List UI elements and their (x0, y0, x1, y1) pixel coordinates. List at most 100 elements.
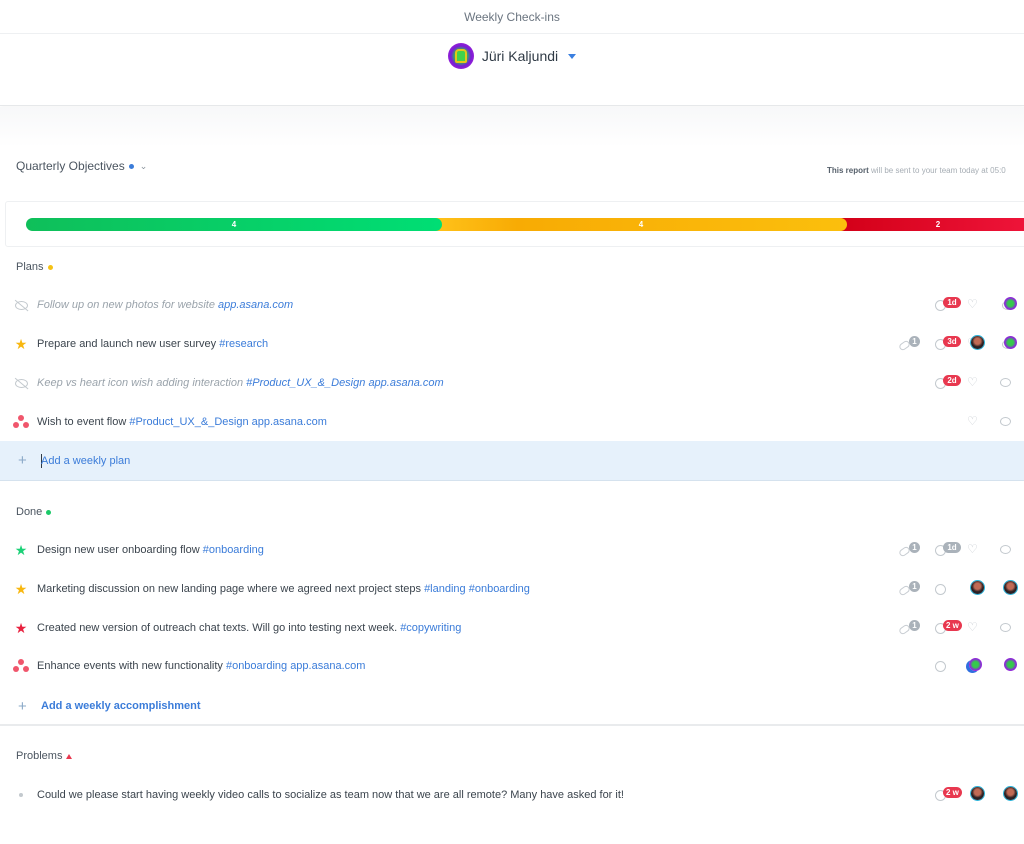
link[interactable]: app.asana.com (290, 660, 365, 672)
objectives-progress-bar: 4 4 2 (26, 218, 1024, 231)
user-name: Jüri Kaljundi (481, 48, 559, 64)
comment-icon[interactable] (1000, 417, 1011, 426)
done-item[interactable]: Enhance events with new functionality #o… (0, 647, 1024, 685)
due-badge: 1d (943, 297, 961, 308)
problem-item[interactable]: Could we please start having weekly vide… (0, 776, 1024, 814)
asana-icon (12, 657, 30, 675)
problems-section-title: Problems (16, 750, 73, 762)
done-item-text[interactable]: Created new version of outreach chat tex… (37, 622, 461, 634)
liker-avatar[interactable] (969, 658, 982, 671)
done-item-text[interactable]: Marketing discussion on new landing page… (37, 583, 530, 595)
clock-icon[interactable] (935, 584, 946, 595)
link-count-badge: 1 (909, 581, 920, 592)
done-section-title: Done (16, 506, 52, 518)
tag-link[interactable]: #onboarding (203, 544, 264, 556)
plans-dot (47, 264, 53, 270)
heart-icon[interactable]: ♡ (967, 375, 978, 389)
objectives-header[interactable]: Quarterly Objectives ⌄ (16, 159, 147, 173)
objectives-dot (128, 163, 134, 169)
progress-segment-at-risk[interactable]: 4 (435, 218, 847, 231)
tag-link[interactable]: #research (219, 338, 268, 350)
objectives-title: Quarterly Objectives (16, 159, 125, 173)
plan-item[interactable]: Keep vs heart icon wish adding interacti… (0, 364, 1024, 402)
liker-avatar[interactable] (971, 787, 984, 800)
assignee-avatar[interactable] (1004, 336, 1017, 349)
heart-icon[interactable]: ♡ (967, 414, 978, 428)
user-switcher[interactable]: Jüri Kaljundi (447, 43, 577, 69)
plan-item-text[interactable]: Prepare and launch new user survey #rese… (37, 338, 268, 350)
user-header: Jüri Kaljundi (0, 34, 1024, 106)
due-badge: 2 w (943, 620, 962, 631)
plan-item[interactable]: ★ Prepare and launch new user survey #re… (0, 325, 1024, 363)
problems-title: Problems (16, 750, 63, 762)
assignee-avatar[interactable] (1004, 658, 1017, 671)
plan-item-text[interactable]: Wish to event flow #Product_UX_&_Design … (37, 416, 327, 428)
progress-segment-off-track[interactable]: 2 (840, 218, 1024, 231)
plus-icon: + (18, 452, 27, 469)
page-title: Weekly Check-ins (464, 9, 560, 24)
star-icon: ★ (14, 581, 28, 597)
tag-link[interactable]: #Product_UX_&_Design (129, 416, 248, 428)
due-badge: 3d (943, 336, 961, 347)
done-item-text[interactable]: Design new user onboarding flow #onboard… (37, 544, 264, 556)
add-weekly-plan-input[interactable]: Add a weekly plan (41, 455, 130, 467)
link[interactable]: app.asana.com (218, 299, 293, 311)
due-badge: 2d (943, 375, 961, 386)
plans-section-title: Plans (16, 261, 53, 273)
link-count-badge: 1 (909, 542, 920, 553)
done-item[interactable]: ★ Marketing discussion on new landing pa… (0, 570, 1024, 608)
star-icon: ★ (14, 336, 28, 352)
heart-icon[interactable]: ♡ (967, 620, 978, 634)
objectives-progress-card: 4 4 2 (5, 201, 1024, 247)
eye-off-icon (12, 374, 30, 392)
tag-link[interactable]: #copywriting (400, 622, 461, 634)
caret-down-icon (568, 53, 577, 59)
plan-item-text[interactable]: Keep vs heart icon wish adding interacti… (37, 377, 444, 389)
tag-link[interactable]: #landing (424, 583, 466, 595)
done-item[interactable]: ★ Created new version of outreach chat t… (0, 609, 1024, 647)
comment-icon[interactable] (1000, 378, 1011, 387)
due-badge: 1d (943, 542, 961, 553)
top-bar: Weekly Check-ins (0, 0, 1024, 34)
heart-icon[interactable]: ♡ (967, 297, 978, 311)
asana-icon (12, 413, 30, 431)
at-risk-count: 4 (638, 220, 644, 229)
plan-item[interactable]: Wish to event flow #Product_UX_&_Design … (0, 403, 1024, 441)
done-item-text[interactable]: Enhance events with new functionality #o… (37, 660, 365, 672)
liker-avatar[interactable] (971, 581, 984, 594)
plan-item[interactable]: Follow up on new photos for website app.… (0, 286, 1024, 324)
chevron-down-icon[interactable]: ⌄ (140, 161, 148, 172)
on-track-count: 4 (231, 220, 237, 229)
assignee-avatar[interactable] (1004, 297, 1017, 310)
problem-item-text[interactable]: Could we please start having weekly vide… (37, 789, 624, 801)
plus-icon: + (18, 697, 27, 715)
star-icon: ★ (14, 542, 28, 558)
section-divider (0, 724, 1024, 726)
done-item[interactable]: ★ Design new user onboarding flow #onboa… (0, 531, 1024, 569)
link[interactable]: app.asana.com (368, 377, 443, 389)
clock-icon[interactable] (935, 661, 946, 672)
done-title: Done (16, 506, 43, 518)
plans-title: Plans (16, 261, 44, 273)
add-weekly-accomplishment-row[interactable]: + Add a weekly accomplishment (0, 686, 1024, 726)
liker-avatar[interactable] (971, 336, 984, 349)
bullet-icon (12, 786, 30, 804)
add-weekly-accomplishment-button[interactable]: Add a weekly accomplishment (41, 700, 201, 712)
report-note-bold: This report (827, 166, 869, 175)
comment-icon[interactable] (1000, 623, 1011, 632)
add-weekly-plan-row[interactable]: + Add a weekly plan (0, 441, 1024, 481)
problems-triangle-icon (66, 753, 73, 759)
eye-off-icon (12, 296, 30, 314)
heart-icon[interactable]: ♡ (967, 542, 978, 556)
comment-icon[interactable] (1000, 545, 1011, 554)
tag-link[interactable]: #onboarding (226, 660, 287, 672)
assignee-avatar[interactable] (1004, 581, 1017, 594)
report-note-text: will be sent to your team today at 05:0 (868, 166, 1006, 175)
tag-link[interactable]: #Product_UX_&_Design (246, 377, 365, 389)
progress-segment-on-track[interactable]: 4 (26, 218, 442, 231)
plan-item-text[interactable]: Follow up on new photos for website app.… (37, 299, 293, 311)
tag-link[interactable]: #onboarding (469, 583, 530, 595)
user-avatar (447, 43, 474, 69)
assignee-avatar[interactable] (1004, 787, 1017, 800)
link[interactable]: app.asana.com (252, 416, 327, 428)
